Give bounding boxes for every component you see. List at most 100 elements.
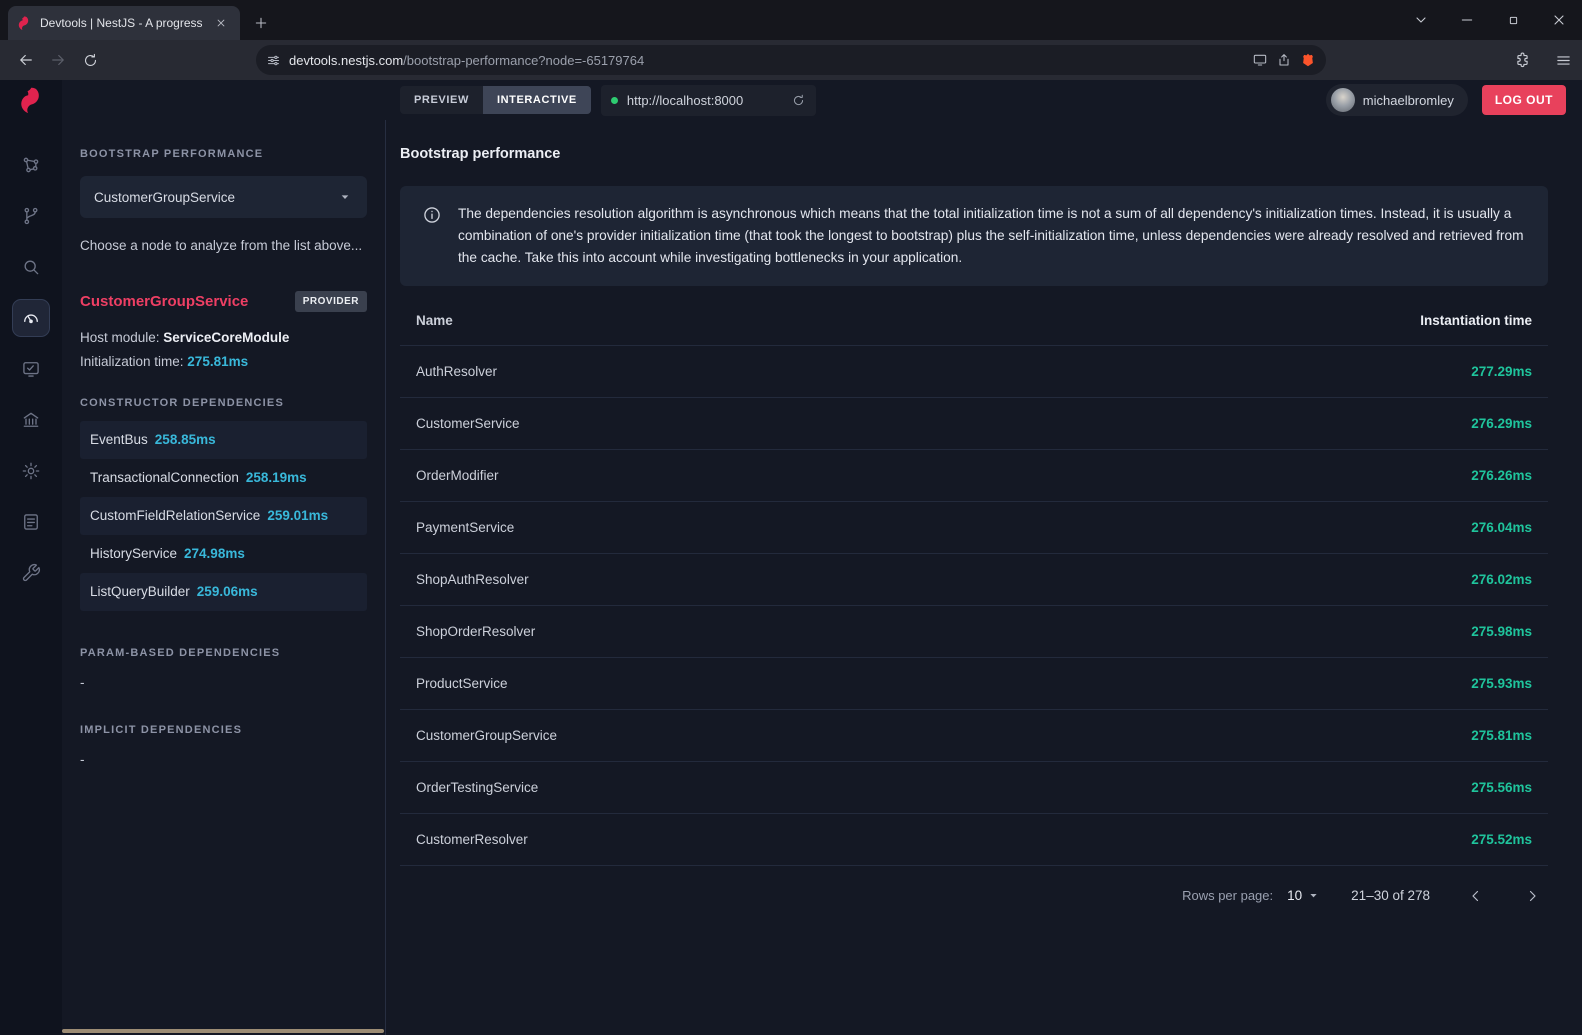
tab-close-icon[interactable]	[210, 12, 232, 34]
nav-rail	[0, 80, 62, 1035]
init-time-value: 275.81ms	[187, 354, 248, 369]
next-page-icon[interactable]	[1516, 880, 1548, 912]
status-dot	[611, 97, 618, 104]
new-tab-button[interactable]	[250, 12, 272, 34]
dep-item[interactable]: TransactionalConnection 258.19ms	[80, 459, 367, 497]
table-row[interactable]: OrderModifier 276.26ms	[400, 450, 1548, 502]
dep-item[interactable]: ListQueryBuilder 259.06ms	[80, 573, 367, 611]
browser-toolbar: devtools.nestjs.com/bootstrap-performanc…	[0, 40, 1582, 80]
info-text: The dependencies resolution algorithm is…	[458, 203, 1526, 269]
param-deps-empty: -	[80, 675, 367, 690]
send-to-device-icon[interactable]	[1252, 52, 1268, 68]
site-settings-icon[interactable]	[266, 53, 281, 68]
node-select-value: CustomerGroupService	[94, 190, 235, 205]
performance-gauge-icon[interactable]	[12, 299, 50, 337]
node-select[interactable]: CustomerGroupService	[80, 176, 367, 218]
target-url-text: http://localhost:8000	[627, 93, 782, 108]
routes-icon[interactable]	[12, 197, 50, 235]
browser-tab-bar: Devtools | NestJS - A progressive	[0, 0, 1582, 40]
mode-toggle: PREVIEW INTERACTIVE	[400, 86, 591, 114]
col-name: Name	[416, 313, 1420, 328]
share-icon[interactable]	[1276, 52, 1292, 68]
inspect-search-icon[interactable]	[12, 248, 50, 286]
pagination: Rows per page: 10 21–30 of 278	[400, 872, 1548, 920]
user-name: michaelbromley	[1363, 93, 1454, 108]
table-row[interactable]: CustomerResolver 275.52ms	[400, 814, 1548, 866]
nestjs-logo[interactable]	[16, 80, 46, 120]
extensions-icon[interactable]	[1514, 52, 1531, 69]
table-row[interactable]: OrderTestingService 275.56ms	[400, 762, 1548, 814]
previous-page-icon[interactable]	[1460, 880, 1492, 912]
implicit-deps-title: IMPLICIT DEPENDENCIES	[80, 724, 367, 736]
table-row[interactable]: PaymentService 276.04ms	[400, 502, 1548, 554]
constructor-deps-list: EventBus 258.85ms TransactionalConnectio…	[80, 421, 367, 611]
maximize-button[interactable]	[1490, 0, 1536, 40]
url-text: devtools.nestjs.com/bootstrap-performanc…	[289, 53, 1244, 68]
main-content: Bootstrap performance The dependencies r…	[386, 120, 1582, 1035]
param-deps-title: PARAM-BASED DEPENDENCIES	[80, 647, 367, 659]
sidebar-hint: Choose a node to analyze from the list a…	[80, 236, 367, 257]
menu-icon[interactable]	[1555, 52, 1572, 69]
audit-check-icon[interactable]	[12, 350, 50, 388]
user-chip[interactable]: michaelbromley	[1326, 84, 1468, 116]
brave-shield-icon[interactable]	[1300, 52, 1316, 68]
selected-node-card: CustomerGroupService PROVIDER Host modul…	[80, 291, 367, 369]
tab-title: Devtools | NestJS - A progressive	[40, 16, 202, 30]
logout-button[interactable]: LOG OUT	[1482, 85, 1566, 115]
dep-item[interactable]: HistoryService 274.98ms	[80, 535, 367, 573]
rows-per-page-select[interactable]: 10	[1287, 888, 1321, 903]
window-controls	[1398, 0, 1582, 40]
provider-badge: PROVIDER	[295, 291, 367, 312]
build-wrench-icon[interactable]	[12, 554, 50, 592]
browser-tab[interactable]: Devtools | NestJS - A progressive	[8, 6, 240, 40]
table-row[interactable]: ShopAuthResolver 276.02ms	[400, 554, 1548, 606]
nav-rail-items	[12, 146, 50, 592]
table-row[interactable]: ProductService 275.93ms	[400, 658, 1548, 710]
chevron-down-icon	[337, 189, 353, 205]
browser-window: Devtools | NestJS - A progressive	[0, 0, 1582, 1035]
table-row[interactable]: AuthResolver 277.29ms	[400, 346, 1548, 398]
target-url-box[interactable]: http://localhost:8000	[601, 85, 816, 116]
app-header: PREVIEW INTERACTIVE http://localhost:800…	[62, 80, 1582, 120]
table-row[interactable]: CustomerGroupService 275.81ms	[400, 710, 1548, 762]
table-header: Name Instantiation time	[400, 296, 1548, 346]
minimize-button[interactable]	[1444, 0, 1490, 40]
back-icon[interactable]	[10, 44, 42, 76]
logs-document-icon[interactable]	[12, 503, 50, 541]
constructor-deps-title: CONSTRUCTOR DEPENDENCIES	[80, 397, 367, 409]
info-icon	[422, 205, 442, 225]
selected-node-name: CustomerGroupService	[80, 293, 248, 310]
rows-per-page-label: Rows per page:	[1182, 888, 1273, 903]
host-module-value: ServiceCoreModule	[163, 330, 289, 345]
reload-icon[interactable]	[74, 44, 106, 76]
table-row[interactable]: CustomerService 276.29ms	[400, 398, 1548, 450]
implicit-deps-empty: -	[80, 752, 367, 767]
sidebar-section-title: BOOTSTRAP PERFORMANCE	[80, 148, 367, 160]
address-bar[interactable]: devtools.nestjs.com/bootstrap-performanc…	[256, 45, 1326, 75]
settings-gear-icon[interactable]	[12, 452, 50, 490]
host-module-line: Host module: ServiceCoreModule	[80, 330, 367, 345]
workspace: PREVIEW INTERACTIVE http://localhost:800…	[62, 80, 1582, 1035]
refresh-icon[interactable]	[791, 93, 806, 108]
page-title: Bootstrap performance	[400, 146, 1548, 162]
info-banner: The dependencies resolution algorithm is…	[400, 186, 1548, 286]
forward-icon[interactable]	[42, 44, 74, 76]
user-avatar	[1331, 88, 1355, 112]
graph-icon[interactable]	[12, 146, 50, 184]
sidebar-panel: BOOTSTRAP PERFORMANCE CustomerGroupServi…	[62, 120, 386, 1035]
dep-item[interactable]: EventBus 258.85ms	[80, 421, 367, 459]
modules-bank-icon[interactable]	[12, 401, 50, 439]
interactive-mode-button[interactable]: INTERACTIVE	[483, 86, 591, 114]
performance-table: Name Instantiation time AuthResolver 277…	[400, 296, 1548, 866]
panel-scrollbar[interactable]	[62, 1029, 384, 1033]
preview-mode-button[interactable]: PREVIEW	[400, 86, 483, 114]
content-row: BOOTSTRAP PERFORMANCE CustomerGroupServi…	[62, 120, 1582, 1035]
caret-down-icon	[1306, 888, 1321, 903]
col-instantiation-time: Instantiation time	[1420, 313, 1532, 328]
tab-search-chevron-icon[interactable]	[1398, 0, 1444, 40]
pagination-range: 21–30 of 278	[1351, 888, 1430, 903]
table-row[interactable]: ShopOrderResolver 275.98ms	[400, 606, 1548, 658]
dep-item[interactable]: CustomFieldRelationService 259.01ms	[80, 497, 367, 535]
url-domain: devtools.nestjs.com	[289, 53, 403, 68]
close-button[interactable]	[1536, 0, 1582, 40]
